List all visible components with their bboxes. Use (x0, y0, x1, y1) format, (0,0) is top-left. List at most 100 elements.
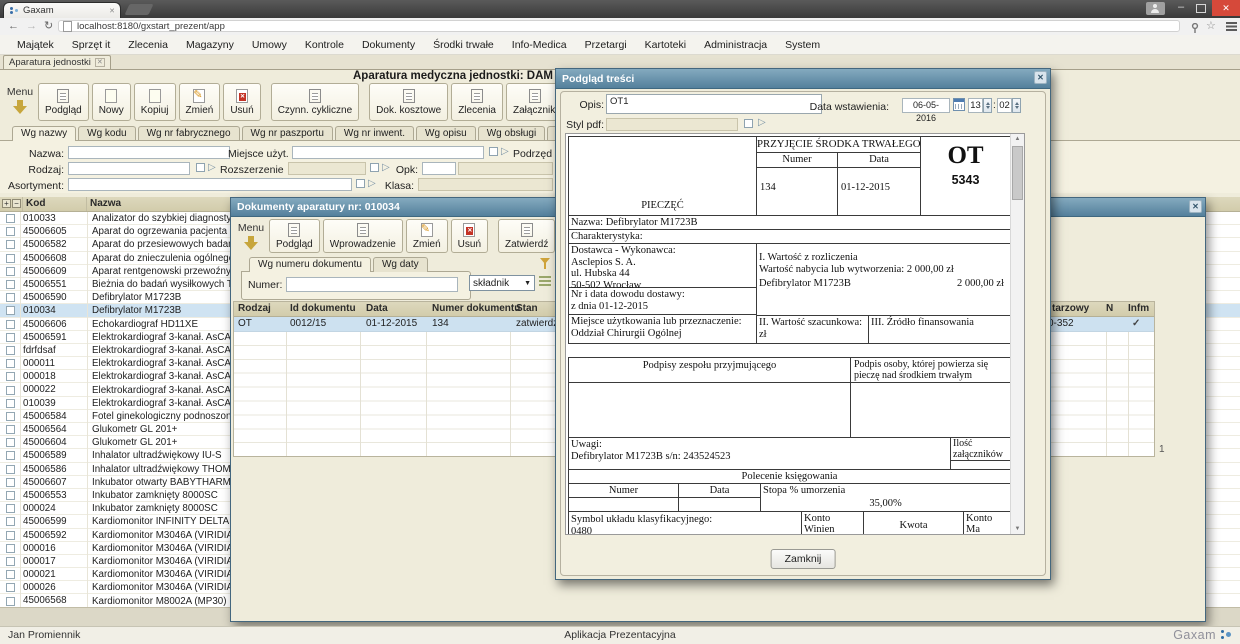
documents-dialog-close-icon[interactable]: ✕ (1189, 200, 1202, 213)
button-zmień[interactable]: Zmień (406, 219, 448, 253)
button-czynn-cykliczne[interactable]: Czynn. cykliczne (271, 83, 359, 121)
col-infm[interactable]: Infm (1128, 303, 1149, 314)
menubar-item-umowy[interactable]: Umowy (243, 39, 296, 51)
checkbox-icon[interactable] (6, 293, 15, 302)
forward-icon[interactable]: → (26, 19, 37, 34)
new-tab-button[interactable] (124, 4, 153, 15)
minute-input[interactable]: 02 (997, 98, 1012, 113)
menubar-item-kontrole[interactable]: Kontrole (296, 39, 353, 51)
preview-dialog-titlebar[interactable]: Podgląd treści ✕ (556, 69, 1050, 89)
asortyment-input[interactable] (68, 178, 352, 191)
scroll-down-icon[interactable]: ▼ (1011, 526, 1024, 532)
miejsce-checkbox[interactable] (489, 147, 498, 156)
menubar-item-administracja[interactable]: Administracja (695, 39, 776, 51)
nazwa-input[interactable] (68, 146, 230, 159)
tab-close-icon[interactable]: ✕ (106, 7, 115, 15)
checkbox-icon[interactable] (6, 267, 15, 276)
button-dok-kosztowe[interactable]: Dok. kosztowe (369, 83, 448, 121)
menu-button[interactable]: Menu (6, 83, 34, 115)
menubar-item-środki-trwałe[interactable]: Środki trwałe (424, 39, 503, 51)
tab-wg-opisu[interactable]: Wg opisu (416, 126, 476, 141)
checkbox-icon[interactable] (6, 412, 15, 421)
menubar-item-kartoteki[interactable]: Kartoteki (636, 39, 695, 51)
tab-wg-nr-fabrycznego[interactable]: Wg nr fabrycznego (138, 126, 240, 141)
menubar-item-majątek[interactable]: Majątek (8, 39, 63, 51)
refresh-icon[interactable]: ↻ (44, 19, 53, 34)
checkbox-icon[interactable] (6, 583, 15, 592)
menubar-item-dokumenty[interactable]: Dokumenty (353, 39, 424, 51)
button-usuń[interactable]: Usuń (223, 83, 260, 121)
checkbox-icon[interactable] (6, 372, 15, 381)
button-podgląd[interactable]: Podgląd (38, 83, 89, 121)
collapse-minus-icon[interactable]: − (12, 199, 21, 208)
checkbox-icon[interactable] (6, 320, 15, 329)
checkbox-icon[interactable] (6, 386, 15, 395)
skladnik-select[interactable]: składnik ▼ (469, 275, 535, 291)
button-kopiuj[interactable]: Kopiuj (134, 83, 176, 121)
expand-plus-icon[interactable]: + (2, 199, 11, 208)
minute-spinner[interactable] (1012, 98, 1021, 113)
close-icon[interactable]: ✕ (1212, 0, 1240, 16)
checkbox-icon[interactable] (6, 254, 15, 263)
calendar-icon[interactable] (953, 98, 965, 111)
col-stan[interactable]: Stan (516, 303, 538, 314)
button-podgląd[interactable]: Podgląd (269, 219, 320, 253)
checkbox-icon[interactable] (6, 399, 15, 408)
col-rodzaj[interactable]: Rodzaj (238, 303, 271, 314)
checkbox-icon[interactable] (6, 465, 15, 474)
tab-wg-obsługi[interactable]: Wg obsługi (478, 126, 545, 141)
tab-wg-daty[interactable]: Wg daty (373, 257, 428, 272)
col-data[interactable]: Data (366, 303, 388, 314)
checkbox-icon[interactable] (6, 517, 15, 526)
profile-icon[interactable] (1146, 2, 1165, 15)
minimize-icon[interactable]: – (1172, 0, 1190, 15)
scrollbar-thumb[interactable] (1012, 146, 1023, 200)
menubar-item-zlecenia[interactable]: Zlecenia (119, 39, 177, 51)
col-id-dokumentu[interactable]: Id dokumentu (290, 303, 356, 314)
checkbox-icon[interactable] (6, 333, 15, 342)
checkbox-icon[interactable] (6, 359, 15, 368)
styl-pdf-checkbox[interactable] (744, 119, 753, 128)
checkbox-icon[interactable] (6, 544, 15, 553)
checkbox-icon[interactable] (6, 280, 15, 289)
rozszerzenie-lookup-icon[interactable]: ▷ (382, 163, 390, 173)
col-inwentarzowy[interactable]: tarzowy (1052, 303, 1089, 314)
asortyment-lookup-icon[interactable]: ▷ (368, 179, 376, 189)
button-usuń[interactable]: Usuń (451, 219, 488, 253)
url-input[interactable]: localhost:8180/gxstart_prezent/app (58, 20, 1180, 32)
checkbox-icon[interactable] (6, 425, 15, 434)
checkbox-icon[interactable] (6, 214, 15, 223)
tab-wg-nr-inwent[interactable]: Wg nr inwent. (335, 126, 414, 141)
button-zatwierdź[interactable]: Zatwierdź (498, 219, 555, 253)
checkbox-icon[interactable] (6, 240, 15, 249)
checkbox-icon[interactable] (6, 227, 15, 236)
checkbox-icon[interactable] (6, 478, 15, 487)
menubar-item-sprzęt-it[interactable]: Sprzęt it (63, 39, 120, 51)
tab-wg-numeru-dokumentu[interactable]: Wg numeru dokumentu (249, 257, 371, 272)
maximize-icon[interactable] (1196, 4, 1206, 13)
tab-aparatura-jednostki[interactable]: Aparatura jednostki ✕ (3, 55, 111, 69)
menubar-item-system[interactable]: System (776, 39, 829, 51)
rozszerzenie-checkbox[interactable] (370, 163, 379, 172)
preview-dialog-close-icon[interactable]: ✕ (1034, 71, 1047, 84)
filter-icon[interactable] (539, 257, 552, 270)
browser-tab[interactable]: Gaxam ✕ (3, 2, 121, 18)
checkbox-icon[interactable] (6, 306, 15, 315)
hour-input[interactable]: 13 (968, 98, 983, 113)
miejsce-input[interactable] (292, 146, 484, 159)
checkbox-icon[interactable] (6, 557, 15, 566)
button-zmień[interactable]: Zmień (179, 83, 221, 121)
tab-wg-nazwy[interactable]: Wg nazwy (12, 126, 76, 141)
numer-input[interactable] (286, 277, 458, 292)
col-numer-dokumentu[interactable]: Numer dokumentu (432, 303, 520, 314)
miejsce-lookup-icon[interactable]: ▷ (501, 147, 509, 157)
rodzaj-input[interactable] (68, 162, 190, 175)
scroll-up-icon[interactable]: ▲ (1011, 136, 1024, 142)
date-input[interactable]: 06-05-2016 (902, 98, 950, 113)
checkbox-icon[interactable] (6, 491, 15, 500)
rodzaj-lookup-icon[interactable]: ▷ (208, 163, 216, 173)
hour-spinner[interactable] (983, 98, 992, 113)
columns-icon[interactable] (539, 276, 551, 286)
preview-scrollbar[interactable]: ▲ ▼ (1010, 134, 1024, 534)
column-nazwa[interactable]: Nazwa (90, 198, 121, 209)
